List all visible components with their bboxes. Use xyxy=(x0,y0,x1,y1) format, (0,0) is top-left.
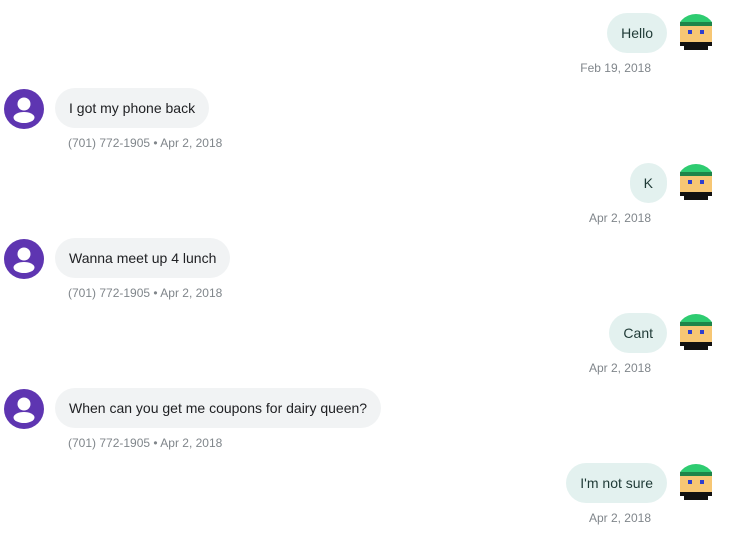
pixel-face-avatar-icon xyxy=(676,314,716,354)
contact-avatar[interactable] xyxy=(4,89,44,129)
pixel-face-avatar-icon xyxy=(676,164,716,204)
pixel-face-avatar-icon[interactable] xyxy=(676,314,716,354)
message-timestamp: Feb 19, 2018 xyxy=(580,61,651,75)
message-bubble[interactable]: I'm not sure xyxy=(566,463,667,503)
message-sender-timestamp: (701) 772-1905 • Apr 2, 2018 xyxy=(68,436,223,450)
person-icon xyxy=(13,97,35,123)
message-timestamp: Apr 2, 2018 xyxy=(588,361,651,375)
person-icon xyxy=(13,247,35,273)
message-thread: Hello Feb 19, 2018 I got my phone back (… xyxy=(0,0,749,534)
message-bubble[interactable]: Hello xyxy=(607,13,667,53)
pixel-face-avatar-icon[interactable] xyxy=(676,14,716,54)
message-bubble[interactable]: Wanna meet up 4 lunch xyxy=(55,238,231,278)
contact-avatar[interactable] xyxy=(4,239,44,279)
message-bubble[interactable]: K xyxy=(629,163,667,203)
message-timestamp: Apr 2, 2018 xyxy=(588,211,651,225)
message-sender-timestamp: (701) 772-1905 • Apr 2, 2018 xyxy=(68,286,223,300)
pixel-face-avatar-icon[interactable] xyxy=(676,464,716,504)
pixel-face-avatar-icon[interactable] xyxy=(676,164,716,204)
person-icon xyxy=(13,397,35,423)
message-bubble[interactable]: I got my phone back xyxy=(55,88,210,128)
message-timestamp: Apr 2, 2018 xyxy=(588,511,651,525)
message-bubble[interactable]: Cant xyxy=(609,313,667,353)
message-bubble[interactable]: When can you get me coupons for dairy qu… xyxy=(55,388,382,428)
message-sender-timestamp: (701) 772-1905 • Apr 2, 2018 xyxy=(68,136,223,150)
contact-avatar[interactable] xyxy=(4,389,44,429)
pixel-face-avatar-icon xyxy=(676,464,716,504)
pixel-face-avatar-icon xyxy=(676,14,716,54)
